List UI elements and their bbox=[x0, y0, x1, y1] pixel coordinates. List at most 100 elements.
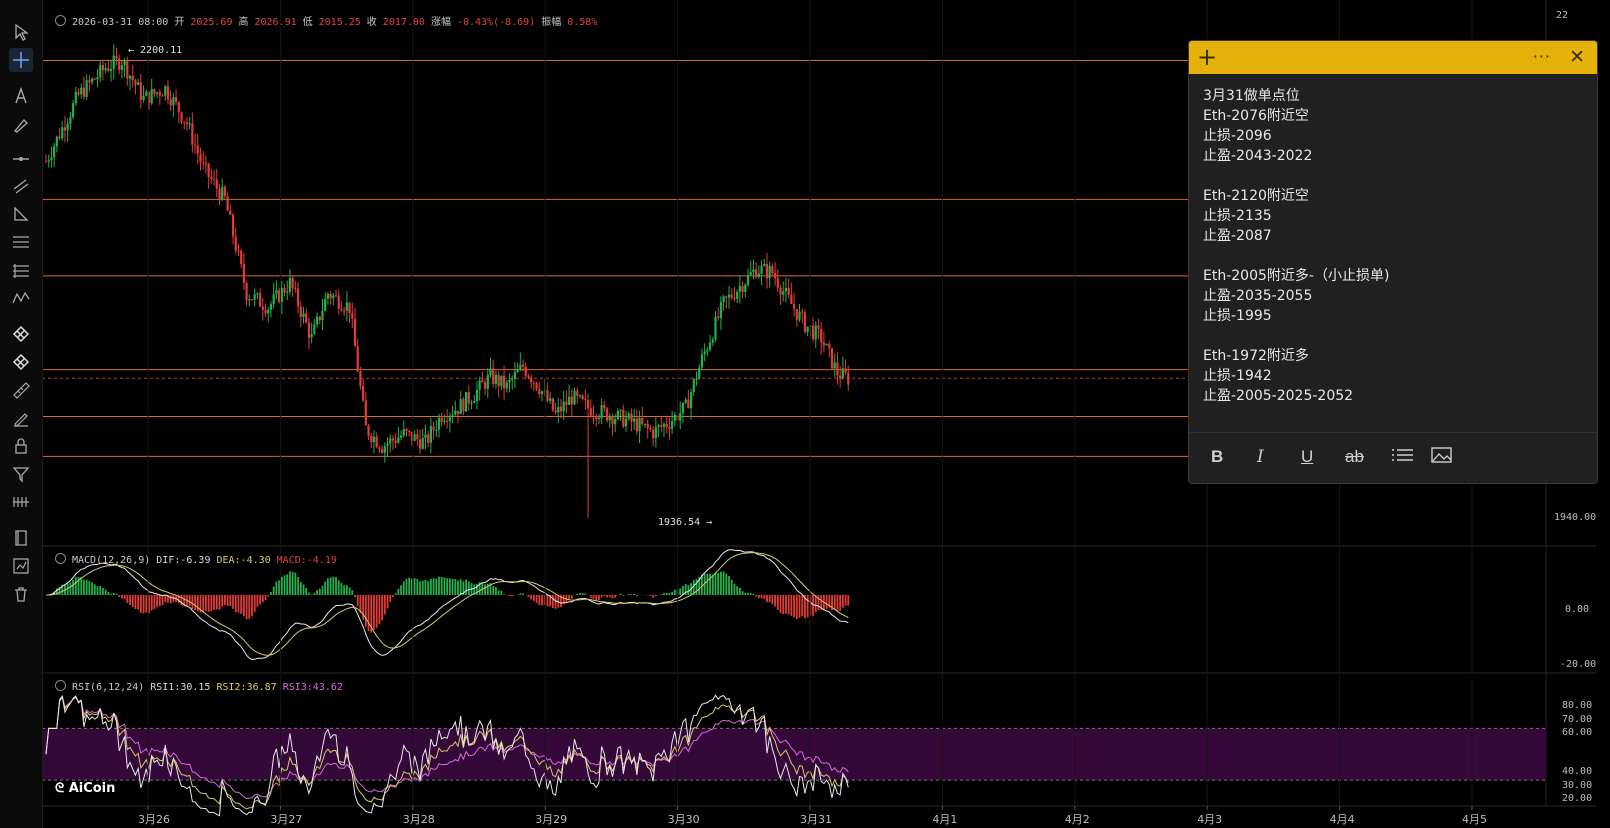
date-axis-label: 4月2 bbox=[1064, 813, 1090, 826]
collapse-toggle-icon[interactable] bbox=[55, 15, 66, 26]
candle-body bbox=[291, 277, 294, 289]
collapse-toggle-icon[interactable] bbox=[55, 553, 66, 564]
candle-body bbox=[340, 308, 343, 311]
macd-axis-label: 0.00 bbox=[1565, 604, 1590, 615]
pattern-tool-icon[interactable] bbox=[9, 322, 33, 346]
open-value: 2025.69 bbox=[190, 17, 233, 28]
note-line: Eth-2120附近空 bbox=[1203, 188, 1309, 204]
new-note-button[interactable]: + bbox=[1197, 45, 1217, 69]
candle-body bbox=[169, 99, 172, 106]
rsi-axis-label: 40.00 bbox=[1562, 766, 1593, 777]
crosshair-icon[interactable] bbox=[9, 48, 33, 72]
candle-body bbox=[576, 390, 579, 396]
candle-body bbox=[825, 343, 828, 346]
note-titlebar[interactable]: + ··· ✕ bbox=[1189, 41, 1597, 74]
sticky-note-window[interactable]: + ··· ✕ 3月31做单点位 Eth-2076附近空 止损-2096 止盈-204… bbox=[1188, 40, 1598, 484]
insert-image-button[interactable] bbox=[1431, 447, 1453, 468]
macd-value: MACD:-4.19 bbox=[276, 555, 337, 566]
brush-icon[interactable] bbox=[9, 113, 33, 137]
candle-body bbox=[830, 348, 834, 369]
parallel-channel-icon[interactable] bbox=[9, 174, 33, 198]
candle-body bbox=[240, 250, 243, 265]
italic-button[interactable]: I bbox=[1257, 447, 1264, 467]
candle-body bbox=[473, 400, 476, 403]
candle-body bbox=[183, 121, 186, 123]
triangle-tool-icon[interactable] bbox=[9, 202, 33, 226]
candle-body bbox=[817, 325, 820, 329]
candle-body bbox=[158, 92, 161, 96]
candle-body bbox=[383, 446, 386, 453]
candle-body bbox=[310, 333, 313, 338]
candle-body bbox=[145, 91, 148, 96]
lock-icon[interactable] bbox=[9, 434, 33, 458]
pattern-tool-icon[interactable] bbox=[9, 350, 33, 374]
rsi1-value: RSI1:30.15 bbox=[150, 682, 211, 693]
collapse-toggle-icon[interactable] bbox=[55, 680, 66, 691]
list-button[interactable] bbox=[1392, 447, 1414, 468]
candle-body bbox=[744, 284, 747, 292]
candle-body bbox=[156, 92, 159, 94]
candle-body bbox=[242, 264, 245, 283]
note-text-area[interactable]: 3月31做单点位 Eth-2076附近空 止损-2096 止盈-2043-2022 Et… bbox=[1189, 74, 1597, 406]
chart-template-icon[interactable] bbox=[9, 554, 33, 578]
macd-dif: DIF:-6.39 bbox=[156, 555, 211, 566]
candle-body bbox=[318, 316, 321, 321]
candle-body bbox=[557, 406, 560, 413]
candle-body bbox=[234, 236, 237, 251]
candle-body bbox=[223, 186, 226, 197]
candle-body bbox=[589, 408, 592, 416]
candle-body bbox=[172, 97, 175, 106]
candle-body bbox=[581, 395, 584, 400]
strikethrough-button[interactable]: ab bbox=[1345, 447, 1364, 467]
note-line: 3月31做单点位 bbox=[1203, 88, 1300, 104]
candle-body bbox=[446, 420, 449, 422]
candle-body bbox=[372, 436, 376, 443]
underline-button[interactable]: U bbox=[1301, 447, 1313, 467]
candle-body bbox=[784, 287, 788, 292]
candle-body bbox=[362, 385, 365, 401]
candle-body bbox=[391, 438, 395, 441]
date-axis-label: 4月5 bbox=[1462, 813, 1487, 826]
indicator-icon[interactable] bbox=[9, 490, 33, 514]
candle-body bbox=[605, 408, 609, 421]
trash-icon[interactable] bbox=[9, 582, 33, 606]
wave-pattern-icon[interactable] bbox=[9, 286, 33, 310]
candle-body bbox=[397, 437, 400, 443]
candle-body bbox=[277, 290, 281, 303]
candle-body bbox=[730, 294, 733, 298]
text-tool-icon[interactable] bbox=[9, 84, 33, 108]
candle-body bbox=[50, 157, 53, 161]
candle-body bbox=[313, 324, 316, 334]
more-options-button[interactable]: ··· bbox=[1533, 47, 1551, 66]
candle-body bbox=[673, 414, 676, 422]
candle-body bbox=[662, 424, 666, 427]
candle-body bbox=[210, 176, 213, 179]
candle-body bbox=[126, 61, 129, 79]
candle-body bbox=[212, 178, 216, 180]
candle-body bbox=[380, 449, 384, 453]
candle-body bbox=[286, 291, 289, 293]
candle-body bbox=[465, 392, 468, 412]
horizontal-line-icon[interactable] bbox=[9, 147, 33, 171]
bold-button[interactable]: B bbox=[1211, 447, 1223, 467]
book-icon[interactable] bbox=[9, 526, 33, 550]
candle-body bbox=[345, 302, 348, 311]
candle-body bbox=[755, 269, 758, 278]
cursor-arrow-icon[interactable] bbox=[9, 20, 33, 44]
ruler-icon[interactable] bbox=[9, 378, 33, 402]
candle-body bbox=[665, 424, 668, 428]
candle-body bbox=[654, 426, 657, 439]
pitchfork-icon[interactable] bbox=[9, 258, 33, 282]
fib-retracement-icon[interactable] bbox=[9, 230, 33, 254]
candle-body bbox=[66, 123, 69, 131]
close-value: 2017.00 bbox=[382, 17, 425, 28]
candle-body bbox=[329, 293, 332, 299]
pen-icon[interactable] bbox=[9, 406, 33, 430]
candle-body bbox=[586, 400, 590, 409]
candle-body bbox=[746, 274, 750, 285]
filter-icon[interactable] bbox=[9, 462, 33, 486]
date-axis-label: 3月29 bbox=[535, 813, 568, 826]
candle-body bbox=[207, 163, 210, 177]
close-note-button[interactable]: ✕ bbox=[1569, 46, 1585, 68]
candle-body bbox=[88, 80, 91, 83]
